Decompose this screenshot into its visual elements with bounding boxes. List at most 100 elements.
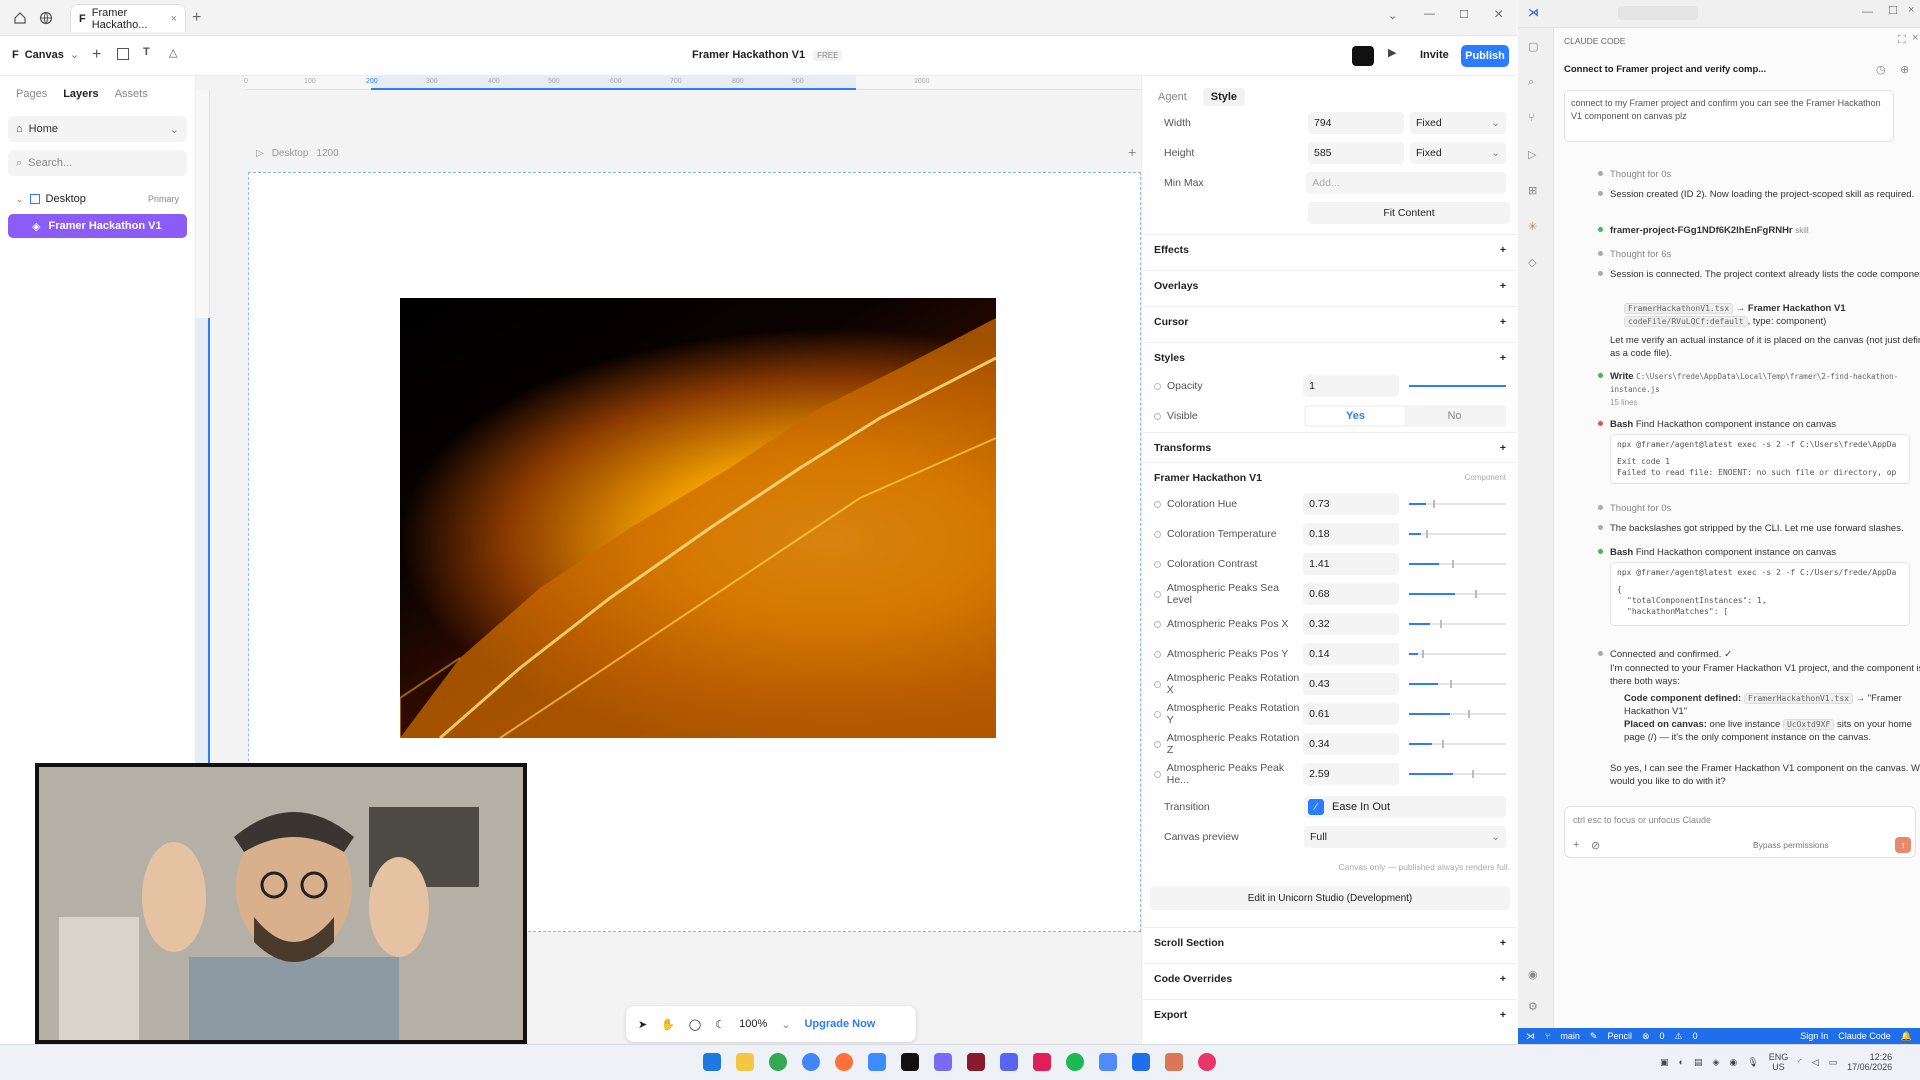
tray-icon[interactable]: ◉ xyxy=(1729,1057,1737,1068)
prop-input[interactable]: 0.32 xyxy=(1303,613,1399,635)
close-tab-icon[interactable]: × xyxy=(171,13,177,25)
browser-tab[interactable]: F Framer Hackatho... × xyxy=(70,4,186,32)
run-debug-icon[interactable]: ▷ xyxy=(1528,148,1536,161)
add-icon[interactable]: + xyxy=(1500,280,1506,292)
slider-knob[interactable] xyxy=(1468,710,1470,718)
slider-knob[interactable] xyxy=(1450,680,1453,688)
width-input[interactable]: 794 xyxy=(1308,112,1404,134)
maximize-button[interactable]: ☐ xyxy=(1888,4,1898,17)
add-icon[interactable]: + xyxy=(1500,973,1506,985)
page-selector[interactable]: ⌂ Home ⌄ xyxy=(8,116,187,142)
chat-input[interactable]: ctrl esc to focus or unfocus Claude + ⊘ … xyxy=(1564,806,1916,858)
prop-input[interactable]: 0.73 xyxy=(1303,493,1399,515)
discord-icon[interactable] xyxy=(1000,1053,1018,1071)
preview-play-icon[interactable]: ▶ xyxy=(1388,46,1396,59)
slack-icon[interactable] xyxy=(1033,1053,1051,1071)
framer-app-icon[interactable] xyxy=(934,1053,952,1071)
chrome-profile-icon[interactable] xyxy=(802,1053,820,1071)
slider-knob[interactable] xyxy=(1426,530,1429,538)
claude-icon[interactable]: ✳ xyxy=(1528,220,1537,233)
add-icon[interactable]: + xyxy=(1500,352,1506,364)
vector-tool-icon[interactable]: △ xyxy=(169,46,177,59)
battery-icon[interactable]: ▭ xyxy=(1829,1057,1838,1068)
prop-slider[interactable] xyxy=(1408,620,1506,628)
visible-toggle[interactable]: Yes No xyxy=(1304,405,1506,427)
claude-taskbar-icon[interactable] xyxy=(1165,1053,1183,1071)
prop-slider[interactable] xyxy=(1408,740,1506,748)
command-center[interactable] xyxy=(1618,6,1698,20)
source-control-icon[interactable]: ⑂ xyxy=(1528,112,1535,124)
zoom-level[interactable]: 100% xyxy=(739,1018,767,1030)
prop-slider[interactable] xyxy=(1408,500,1506,508)
slider-knob[interactable] xyxy=(1422,650,1425,658)
language-indicator[interactable]: ENG US xyxy=(1769,1052,1789,1072)
hand-icon[interactable]: ✋ xyxy=(661,1018,675,1031)
bell-icon[interactable]: 🔔 xyxy=(1901,1031,1912,1042)
tray-icon[interactable]: ▤ xyxy=(1694,1057,1703,1068)
tab-pages[interactable]: Pages xyxy=(16,88,47,100)
add-icon[interactable]: + xyxy=(1500,1009,1506,1021)
prop-input[interactable]: 0.68 xyxy=(1303,583,1399,605)
canvas-preview-select[interactable]: Full ⌄ xyxy=(1304,826,1506,848)
slider-knob[interactable] xyxy=(1452,560,1455,568)
vscode-taskbar-icon[interactable] xyxy=(1132,1053,1150,1071)
file-explorer-icon[interactable] xyxy=(736,1053,754,1071)
new-chat-icon[interactable]: ⊕ xyxy=(1900,63,1909,76)
opacity-input[interactable]: 1 xyxy=(1303,375,1399,397)
prop-input[interactable]: 0.18 xyxy=(1303,523,1399,545)
invite-button[interactable]: Invite xyxy=(1420,49,1449,61)
layer-search[interactable]: ⌕ Search... xyxy=(8,150,187,176)
new-tab-button[interactable]: + xyxy=(192,9,201,27)
prop-input[interactable]: 0.34 xyxy=(1303,733,1399,755)
app-icon[interactable] xyxy=(967,1053,985,1071)
minimize-button[interactable]: — xyxy=(1862,6,1873,18)
prop-slider[interactable] xyxy=(1408,770,1506,778)
fit-content-button[interactable]: Fit Content xyxy=(1308,202,1510,224)
chrome-icon[interactable] xyxy=(769,1053,787,1071)
prop-slider[interactable] xyxy=(1408,590,1506,598)
expand-icon[interactable]: ⛶ xyxy=(1898,34,1906,47)
app-icon[interactable] xyxy=(1198,1053,1216,1071)
prop-input[interactable]: 2.59 xyxy=(1303,763,1399,785)
close-icon[interactable]: × xyxy=(1912,32,1918,44)
spotify-icon[interactable] xyxy=(1066,1053,1084,1071)
section-cursor[interactable]: Cursor + xyxy=(1142,306,1518,336)
prop-slider[interactable] xyxy=(1408,680,1506,688)
bypass-permissions[interactable]: Bypass permissions xyxy=(1753,840,1829,850)
opacity-slider[interactable] xyxy=(1408,385,1506,387)
minmax-add[interactable]: Add... xyxy=(1306,172,1506,194)
app-icon[interactable] xyxy=(868,1053,886,1071)
windows-start-icon[interactable] xyxy=(703,1053,721,1071)
canvas-menu[interactable]: F Canvas ⌄ xyxy=(12,48,79,62)
project-title[interactable]: Framer Hackathon V1 FREE xyxy=(692,49,843,61)
section-transforms[interactable]: Transforms + xyxy=(1142,432,1518,462)
sign-in[interactable]: Sign In xyxy=(1800,1031,1828,1041)
remote-icon[interactable]: ⋊ xyxy=(1526,1031,1535,1042)
claude-code-status[interactable]: Claude Code xyxy=(1838,1031,1891,1041)
height-mode-select[interactable]: Fixed ⌄ xyxy=(1410,142,1506,164)
add-icon[interactable]: + xyxy=(1500,316,1506,328)
prop-slider[interactable] xyxy=(1408,530,1506,538)
extensions-icon[interactable]: ⊞ xyxy=(1528,184,1537,197)
tab-layers[interactable]: Layers xyxy=(63,88,98,100)
branch-icon[interactable]: ⑂ xyxy=(1545,1031,1550,1041)
slash-command-icon[interactable]: ⊘ xyxy=(1591,839,1600,852)
attach-icon[interactable]: + xyxy=(1573,839,1579,851)
gemini-icon[interactable] xyxy=(1099,1053,1117,1071)
add-breakpoint-icon[interactable]: + xyxy=(1128,144,1136,160)
chevron-down-icon[interactable]: ⌄ xyxy=(781,1018,790,1031)
insert-icon[interactable]: + xyxy=(92,46,101,64)
section-styles[interactable]: Styles + xyxy=(1142,342,1518,372)
search-icon[interactable]: ⌕ xyxy=(1528,76,1534,89)
width-mode-select[interactable]: Fixed ⌄ xyxy=(1410,112,1506,134)
slider-knob[interactable] xyxy=(1474,590,1477,598)
prop-slider[interactable] xyxy=(1408,650,1506,658)
history-icon[interactable]: ◷ xyxy=(1876,63,1886,76)
prop-input[interactable]: 0.43 xyxy=(1303,673,1399,695)
gear-icon[interactable]: ⚙ xyxy=(1528,1000,1538,1013)
section-code-overrides[interactable]: Code Overrides + xyxy=(1142,963,1518,993)
shield-icon[interactable]: ◇ xyxy=(1528,256,1536,269)
pencil-status[interactable]: Pencil xyxy=(1607,1031,1632,1041)
dark-mode-icon[interactable]: ☾ xyxy=(715,1018,725,1031)
visible-no[interactable]: No xyxy=(1405,410,1504,422)
